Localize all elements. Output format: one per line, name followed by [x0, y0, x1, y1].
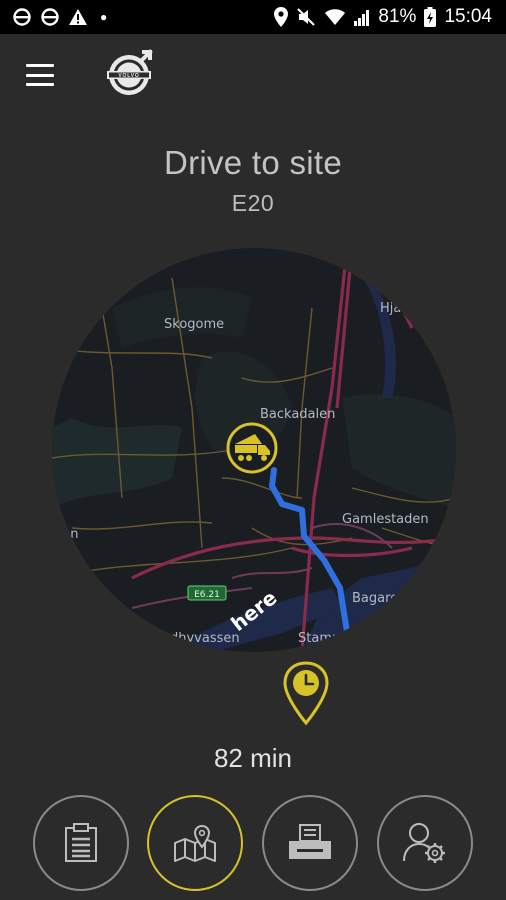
hamburger-menu-icon[interactable] [26, 64, 54, 86]
printer-icon [289, 824, 331, 859]
eta-label: 82 min [213, 743, 293, 773]
app-bar: VOLVO [0, 34, 506, 114]
map-label-gamlestaden: Gamlestaden [342, 512, 429, 527]
page-title: Drive to site [163, 144, 343, 181]
map-label-den: den [54, 527, 79, 542]
notification-dot-icon: ● [100, 10, 108, 24]
map-label-hjal: Hjäl [380, 301, 405, 316]
signal-icon [354, 8, 370, 26]
warning-icon [68, 8, 88, 26]
map-label-backadalen: Backadalen [260, 407, 335, 422]
dump-truck-icon[interactable] [226, 422, 278, 474]
map-park-area [342, 394, 456, 508]
user-settings-button[interactable] [377, 795, 473, 891]
battery-charging-icon [424, 7, 437, 27]
road-shield: E6.21 [187, 585, 227, 601]
status-bar-system: 81% 15:04 [274, 6, 492, 28]
map-pin-icon [174, 824, 216, 862]
page-subtitle: E20 [231, 190, 275, 216]
map-label-skogome: Skogome [164, 317, 224, 332]
road-shield-label: E6.21 [194, 590, 220, 600]
clipboard-icon [65, 823, 97, 862]
location-icon [274, 7, 289, 27]
map-water [364, 278, 396, 398]
clock: 15:04 [444, 6, 492, 27]
battery-percent: 81% [378, 6, 417, 27]
clipboard-button[interactable] [33, 795, 129, 891]
status-bar: ● 81% 15:04 [0, 0, 506, 34]
volvo-notification-icon [40, 7, 60, 27]
clock-pin-icon [282, 660, 330, 726]
map-label-bagaregard: Bagaregård [352, 591, 428, 606]
mute-icon [296, 7, 316, 27]
volvo-logo: VOLVO [104, 48, 156, 100]
map-label-stampen: Stampen [298, 631, 356, 646]
wifi-icon [324, 8, 346, 26]
route-map[interactable]: Skogome Backadalen Gamlestaden Bagaregår… [52, 248, 456, 652]
volvo-notification-icon [12, 7, 32, 27]
logo-text: VOLVO [118, 73, 139, 79]
user-settings-icon [403, 823, 445, 863]
map-navigation-button[interactable] [147, 795, 243, 891]
map-label-hvassen: dhyvassen [170, 631, 240, 646]
printer-button[interactable] [262, 795, 358, 891]
status-bar-notifications: ● [12, 7, 107, 27]
